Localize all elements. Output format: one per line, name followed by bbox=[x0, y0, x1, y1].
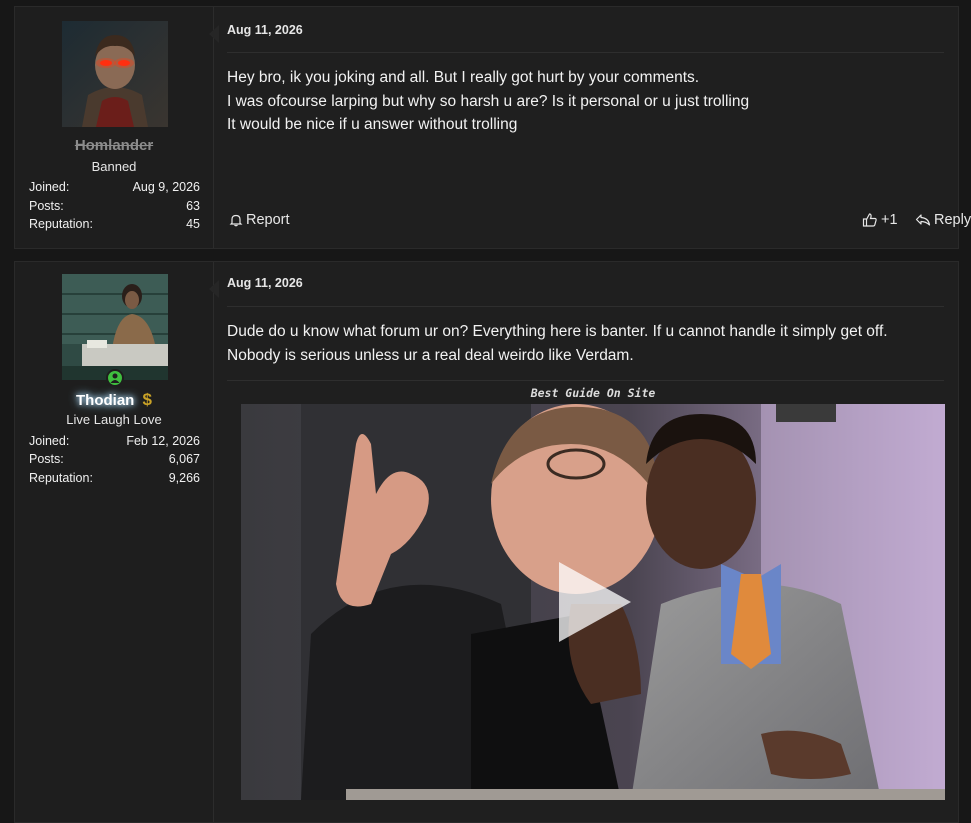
stat-reputation: Reputation: 45 bbox=[29, 217, 200, 231]
post-line: Hey bro, ik you joking and all. But I re… bbox=[227, 69, 700, 86]
stat-label: Posts: bbox=[29, 452, 64, 466]
avatar[interactable] bbox=[62, 21, 168, 127]
stat-value: Aug 9, 2026 bbox=[132, 180, 200, 194]
user-title: Banned bbox=[91, 159, 137, 174]
post-line: I was ofcourse larping but why so harsh … bbox=[227, 92, 750, 110]
post-body: Hey bro, ik you joking and all. But I re… bbox=[227, 66, 938, 137]
stat-label: Reputation: bbox=[29, 217, 93, 231]
dollar-icon: $ bbox=[142, 390, 152, 409]
stat-value[interactable]: 6,067 bbox=[169, 452, 200, 466]
post-line: Nobody is serious unless ur a real deal … bbox=[227, 346, 634, 364]
user-panel: Homlander Banned Joined: Aug 9, 2026 Pos… bbox=[15, 7, 214, 248]
video-player[interactable] bbox=[241, 404, 945, 800]
divider bbox=[227, 380, 944, 381]
report-button[interactable]: Report bbox=[229, 212, 290, 228]
stat-joined: Joined: Feb 12, 2026 bbox=[29, 434, 200, 448]
user-title: Live Laugh Love bbox=[66, 412, 162, 427]
divider bbox=[227, 306, 944, 307]
post-date[interactable]: Aug 11, 2026 bbox=[227, 23, 303, 37]
reply-button[interactable]: Reply bbox=[915, 212, 971, 228]
stat-value[interactable]: 63 bbox=[186, 199, 200, 213]
post: Thodian $ Live Laugh Love Joined: Feb 12… bbox=[14, 261, 959, 823]
post-line: It would be nice if u answer without tro… bbox=[227, 116, 518, 133]
user-panel: Thodian $ Live Laugh Love Joined: Feb 12… bbox=[15, 262, 214, 822]
message-arrow bbox=[209, 25, 219, 43]
stat-value: Feb 12, 2026 bbox=[126, 434, 200, 448]
video-caption: Best Guide On Site bbox=[530, 386, 656, 400]
like-button[interactable]: +1 bbox=[862, 212, 898, 228]
username[interactable]: Homlander bbox=[15, 137, 213, 154]
post-line: Dude do u know what forum ur on? Everyth… bbox=[227, 323, 888, 340]
post-content: Aug 11, 2026 Dude do u know what forum u… bbox=[227, 262, 958, 822]
stat-label: Joined: bbox=[29, 434, 70, 448]
stat-joined: Joined: Aug 9, 2026 bbox=[29, 180, 200, 194]
bell-icon bbox=[229, 213, 243, 227]
stat-reputation: Reputation: 9,266 bbox=[29, 471, 200, 485]
stat-posts: Posts: 6,067 bbox=[29, 452, 200, 466]
stat-value[interactable]: 9,266 bbox=[169, 471, 200, 485]
username-text: Thodian bbox=[76, 392, 135, 409]
like-count: +1 bbox=[881, 212, 898, 228]
thumbs-up-icon bbox=[862, 212, 878, 228]
report-label: Report bbox=[246, 212, 290, 228]
stat-label: Joined: bbox=[29, 180, 70, 194]
stat-label: Posts: bbox=[29, 199, 64, 213]
play-icon[interactable] bbox=[559, 562, 631, 642]
post-date[interactable]: Aug 11, 2026 bbox=[227, 276, 303, 290]
message-arrow bbox=[209, 280, 219, 298]
post: Homlander Banned Joined: Aug 9, 2026 Pos… bbox=[14, 6, 971, 249]
post-content: Aug 11, 2026 Hey bro, ik you joking and … bbox=[227, 7, 971, 248]
username[interactable]: Thodian $ bbox=[15, 390, 213, 410]
divider bbox=[227, 52, 944, 53]
stat-value[interactable]: 45 bbox=[186, 217, 200, 231]
reply-icon bbox=[915, 213, 931, 227]
reply-label: Reply bbox=[934, 212, 971, 228]
avatar[interactable] bbox=[62, 274, 168, 380]
stat-posts: Posts: 63 bbox=[29, 199, 200, 213]
stat-label: Reputation: bbox=[29, 471, 93, 485]
online-indicator-icon bbox=[106, 369, 124, 387]
post-body: Dude do u know what forum ur on? Everyth… bbox=[227, 320, 938, 367]
